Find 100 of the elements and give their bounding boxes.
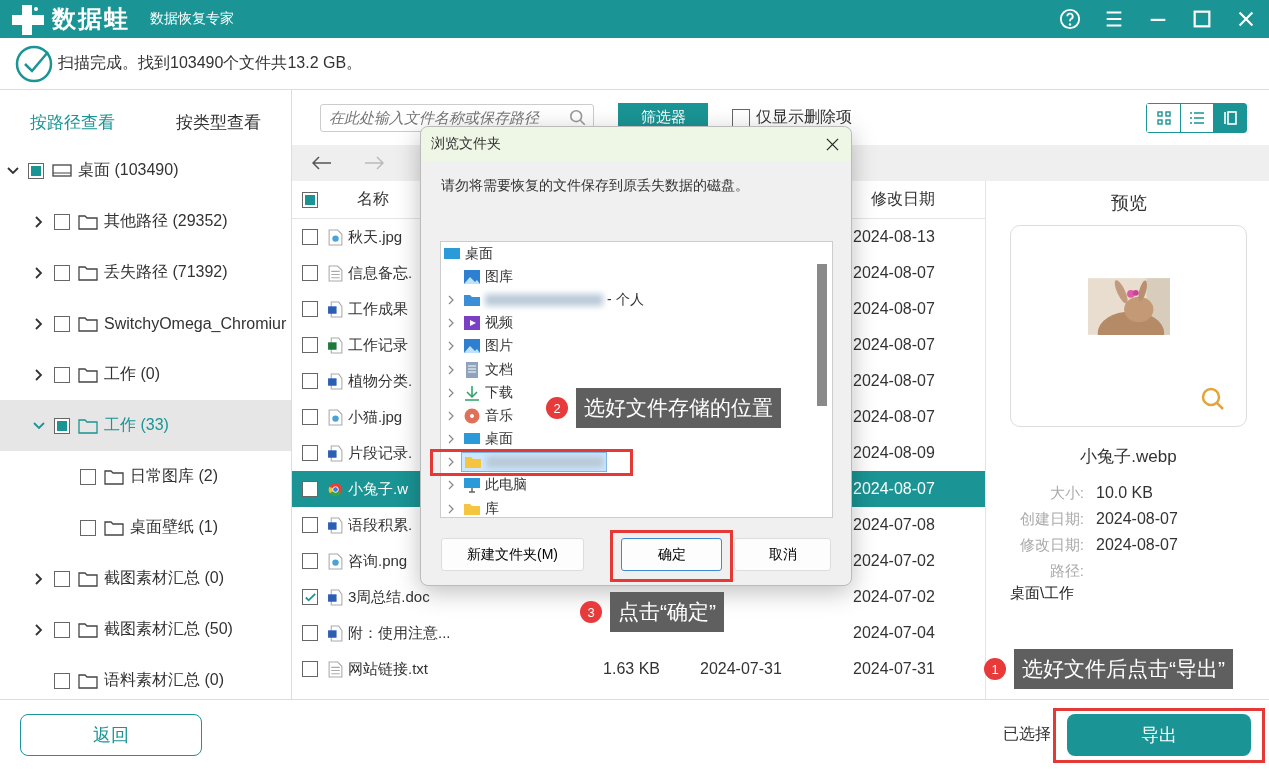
file-name: 小兔子.w [348,479,408,499]
preview-view-button[interactable] [1213,103,1246,132]
checkbox[interactable] [302,229,318,245]
detail-value: 2024-08-07 [1096,536,1178,554]
app-subtitle: 数据恢复专家 [150,10,234,28]
grid-icon [1155,109,1172,126]
checkbox[interactable] [302,265,318,281]
file-name: 信息备忘. [348,263,413,283]
music-icon [463,407,481,424]
detail-value: 10.0 KB [1096,484,1153,502]
modified-date: 2024-08-09 [853,444,936,462]
dialog-message: 请勿将需要恢复的文件保存到原丢失数据的磁盘。 [441,177,750,195]
file-name: 片段记录. [348,443,413,463]
checkbox-label: 仅显示删除项 [756,107,852,127]
column-header[interactable]: 修改日期 [858,189,985,210]
preview-file-name: 小兔子.webp [1079,446,1178,468]
folder-name[interactable]: 此电脑 [485,476,527,495]
step-number: 3 [580,601,602,623]
modified-date: 2024-07-04 [853,624,936,642]
drive-icon [52,162,72,179]
file-size: 1.63 KB [603,660,660,677]
image-icon [463,338,481,355]
folder-name[interactable]: 库 [485,499,499,517]
image-file-icon [328,552,343,570]
tree-label[interactable]: 日常图库 (2) [130,466,218,487]
file-name: 咨询.png [348,551,408,571]
logo-icon [10,3,46,35]
checkbox[interactable] [302,481,318,497]
folder-name[interactable]: 图片 [485,337,513,356]
folder-name[interactable]: 图库 [485,267,513,286]
help-icon[interactable] [1059,8,1081,30]
checkbox[interactable] [302,445,318,461]
word-file-icon [328,624,343,642]
tree-label[interactable]: 截图素材汇总 (0) [104,568,224,589]
folder-name[interactable]: 视频 [485,314,513,333]
dialog-button[interactable]: 新建文件夹(M) [441,538,584,571]
modified-date: 2024-08-07 [853,408,936,426]
created-date: 2024-07-31 [700,660,782,677]
checkbox[interactable] [732,108,750,127]
tree-label[interactable]: 截图素材汇总 (50) [104,619,233,640]
selection-summary: 已选择 [1003,724,1051,744]
search-icon[interactable] [569,108,587,127]
tree-label[interactable]: 桌面壁纸 (1) [130,517,218,538]
checkbox[interactable] [54,621,70,638]
tree-label[interactable]: 丢失路径 (71392) [104,262,228,283]
download-icon [463,384,481,401]
checkbox[interactable] [302,625,318,641]
detail-label: 修改日期: [1018,535,1084,555]
check-circle-icon [14,43,54,84]
folder-name[interactable]: - 个人 [607,290,644,309]
checkbox[interactable] [54,264,70,281]
image-file-icon [328,408,343,426]
back-arrow-icon[interactable] [312,156,332,170]
checkbox[interactable] [54,570,70,587]
folder-icon [78,621,98,638]
back-button[interactable]: 返回 [20,713,202,756]
maximize-icon[interactable] [1191,8,1213,30]
checkbox[interactable] [302,191,318,208]
export-button[interactable]: 导出 [1067,713,1251,756]
folder-icon [78,417,98,434]
checkbox[interactable] [54,366,70,383]
video-icon [463,315,481,332]
checkbox[interactable] [54,672,70,689]
checkbox[interactable] [302,373,318,389]
tree-label[interactable]: 其他路径 (29352) [104,211,228,232]
modified-date: 2024-07-31 [853,660,936,678]
modified-date: 2024-07-02 [853,588,936,606]
checkbox[interactable] [302,589,318,605]
search-field[interactable]: 在此处输入文件名称或保存路径 [320,103,594,132]
tree-label[interactable]: 桌面 (103490) [78,160,179,181]
checkbox[interactable] [54,417,70,434]
modified-date: 2024-08-07 [853,372,936,390]
checkbox[interactable] [54,213,70,230]
checkbox[interactable] [28,162,44,179]
checkbox[interactable] [302,661,318,677]
file-path: 桌面\工作 [1010,584,1076,603]
tree-label[interactable]: 工作 (0) [104,364,160,385]
close-icon[interactable] [826,137,839,151]
checkbox[interactable] [80,468,96,485]
folder-name[interactable]: 桌面 [465,244,493,263]
folder-name[interactable]: 下载 [485,383,513,402]
detail-label: 大小: [1048,483,1084,503]
checkbox[interactable] [302,553,318,569]
excel-file-icon [328,336,343,354]
checkbox[interactable] [80,519,96,536]
checkbox[interactable] [302,517,318,533]
folder-name[interactable]: 文档 [485,360,513,379]
dialog-button[interactable]: 取消 [734,538,831,571]
checkbox[interactable] [302,409,318,425]
checkbox[interactable] [54,315,70,332]
checkbox[interactable] [302,337,318,353]
folder-name[interactable]: 桌面 [485,430,513,449]
checkbox[interactable] [302,301,318,317]
modified-date: 2024-08-07 [853,480,936,498]
tree-label[interactable]: SwitchyOmega_Chromiur [104,314,287,333]
folder-name[interactable]: 音乐 [485,406,513,425]
file-name: 工作记录 [348,335,408,355]
tree-label[interactable]: 语料素材汇总 (0) [104,670,224,691]
scrollbar-thumb[interactable] [817,264,827,406]
dialog-button[interactable]: 确定 [621,538,722,571]
